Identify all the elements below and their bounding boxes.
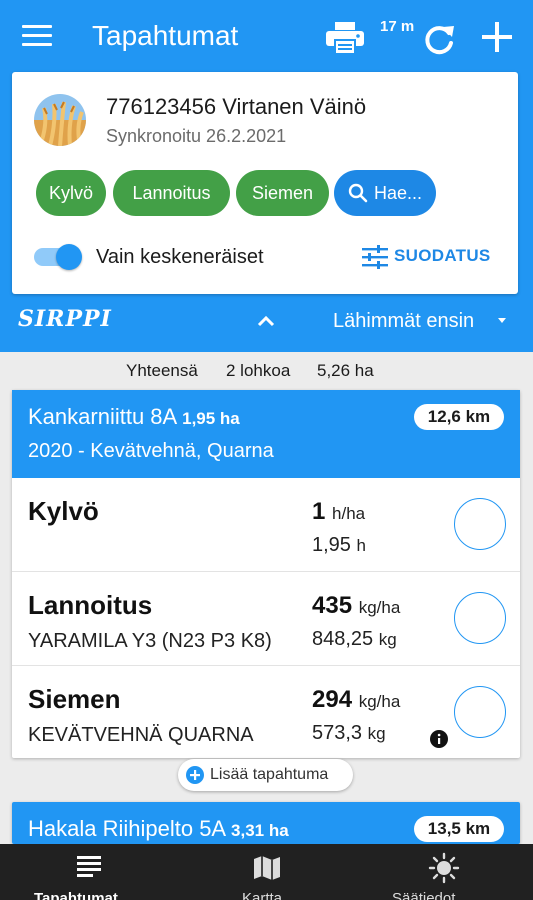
event-total: 1,95 h — [312, 534, 366, 557]
event-row-lannoitus[interactable]: Lannoitus YARAMILA Y3 (N23 P3 K8) 435 kg… — [12, 572, 520, 666]
event-total: 848,25 kg — [312, 628, 397, 651]
summary-area: 5,26 ha — [317, 361, 374, 380]
event-rate: 294 kg/ha — [312, 686, 400, 714]
filter-button[interactable]: SUODATUS — [360, 242, 500, 272]
nav-label: Tapahtumat — [34, 890, 118, 900]
event-title: Lannoitus — [28, 590, 153, 620]
field-area: 3,31 ha — [231, 821, 289, 840]
chip-lannoitus[interactable]: Lannoitus — [113, 170, 230, 216]
event-rate-value: 294 — [312, 686, 353, 713]
field-name: Hakala Riihipelto 5A 3,31 ha — [28, 816, 289, 842]
filter-label: SUODATUS — [394, 246, 491, 265]
toggle-label: Vain keskeneräiset — [96, 246, 264, 268]
bottom-navigation: Tapahtumat Kartta Säätiedot — [0, 844, 533, 900]
add-icon[interactable] — [482, 22, 512, 52]
search-icon — [348, 183, 368, 203]
event-total-value: 573,3 — [312, 722, 363, 744]
event-rate: 1 h/ha — [312, 498, 365, 526]
event-subtitle: KEVÄTVEHNÄ QUARNA — [28, 724, 254, 746]
complete-checkbox[interactable] — [454, 498, 506, 550]
toggle-knob[interactable] — [56, 244, 82, 270]
field-card: Hakala Riihipelto 5A 3,31 ha 13,5 km — [12, 802, 520, 844]
field-name-text: Kankarniittu 8A — [28, 404, 176, 429]
top-app-bar: Tapahtumat 17 m — [0, 0, 533, 72]
event-rate-unit: kg/ha — [358, 692, 401, 711]
field-name-text: Hakala Riihipelto 5A — [28, 816, 225, 841]
field-card: Kankarniittu 8A 1,95 ha 2020 - Kevätvehn… — [12, 390, 520, 758]
event-rate-value: 435 — [312, 592, 353, 619]
list-icon — [77, 856, 101, 877]
event-rate-unit: h/ha — [332, 504, 366, 523]
chip-siemen[interactable]: Siemen — [236, 170, 329, 216]
field-crop: 2020 - Kevätvehnä, Quarna — [28, 440, 274, 462]
distance-badge: 13,5 km — [414, 816, 504, 842]
sun-icon — [428, 852, 460, 884]
add-event-button[interactable]: Lisää tapahtuma — [178, 759, 353, 791]
sort-selector[interactable]: Lähimmät ensin — [333, 310, 474, 333]
chip-search[interactable]: Hae... — [334, 170, 436, 216]
print-icon[interactable] — [326, 22, 364, 54]
tune-icon — [362, 245, 388, 269]
sirppi-logo: SIRPPI — [18, 306, 112, 332]
nav-item-tapahtumat[interactable]: Tapahtumat — [0, 844, 178, 900]
sort-dropdown-arrow-icon[interactable] — [498, 318, 506, 323]
event-rate-value: 1 — [312, 498, 326, 525]
event-total-value: 1,95 — [312, 534, 351, 556]
event-title: Kylvö — [28, 496, 99, 526]
refresh-button[interactable]: 17 m — [380, 16, 460, 60]
refresh-icon — [425, 26, 454, 55]
event-total-value: 848,25 — [312, 628, 374, 650]
event-total-unit: kg — [367, 724, 386, 743]
refresh-age-label: 17 m — [380, 18, 415, 35]
event-total-unit: kg — [378, 630, 397, 649]
event-row-kylvo[interactable]: Kylvö 1 h/ha 1,95 h — [12, 478, 520, 572]
wheat-avatar[interactable] — [34, 94, 86, 146]
summary-label: Yhteensä — [126, 361, 198, 380]
add-event-label: Lisää tapahtuma — [210, 766, 329, 783]
hamburger-menu-icon[interactable] — [22, 25, 52, 49]
summary-count: 2 lohkoa — [226, 361, 291, 380]
page-title: Tapahtumat — [92, 20, 239, 51]
sync-status: Synkronoitu 26.2.2021 — [106, 126, 287, 146]
complete-checkbox[interactable] — [454, 686, 506, 738]
complete-checkbox[interactable] — [454, 592, 506, 644]
chip-label: Siemen — [251, 182, 314, 203]
event-row-siemen[interactable]: Siemen KEVÄTVEHNÄ QUARNA 294 kg/ha 573,3… — [12, 666, 520, 760]
distance-badge: 12,6 km — [414, 404, 504, 430]
farm-name: 776123456 Virtanen Väinö — [106, 94, 367, 119]
field-header[interactable]: Hakala Riihipelto 5A 3,31 ha 13,5 km — [12, 802, 520, 844]
nav-item-kartta[interactable]: Kartta — [178, 844, 356, 900]
info-icon[interactable] — [430, 730, 448, 748]
event-total: 573,3 kg — [312, 722, 386, 745]
event-rate-unit: kg/ha — [358, 598, 401, 617]
event-subtitle: YARAMILA Y3 (N23 P3 K8) — [28, 630, 272, 652]
map-icon — [254, 856, 280, 880]
chip-label: Kylvö — [48, 182, 93, 203]
chip-kylvo[interactable]: Kylvö — [36, 170, 106, 216]
event-rate: 435 kg/ha — [312, 592, 400, 620]
chip-label: Hae... — [373, 182, 423, 203]
event-total-unit: h — [356, 536, 366, 555]
field-name: Kankarniittu 8A 1,95 ha — [28, 404, 240, 430]
chip-label: Lannoitus — [132, 182, 211, 203]
add-circle-icon — [186, 766, 204, 784]
nav-item-saatiedot[interactable]: Säätiedot — [356, 844, 533, 900]
field-area: 1,95 ha — [182, 409, 240, 428]
farm-card: 776123456 Virtanen Väinö Synkronoitu 26.… — [12, 72, 518, 294]
nav-label: Säätiedot — [392, 890, 456, 900]
event-title: Siemen — [28, 684, 121, 714]
chevron-up-icon[interactable] — [255, 312, 277, 330]
field-header[interactable]: Kankarniittu 8A 1,95 ha 2020 - Kevätvehn… — [12, 390, 520, 478]
nav-label: Kartta — [242, 890, 283, 900]
